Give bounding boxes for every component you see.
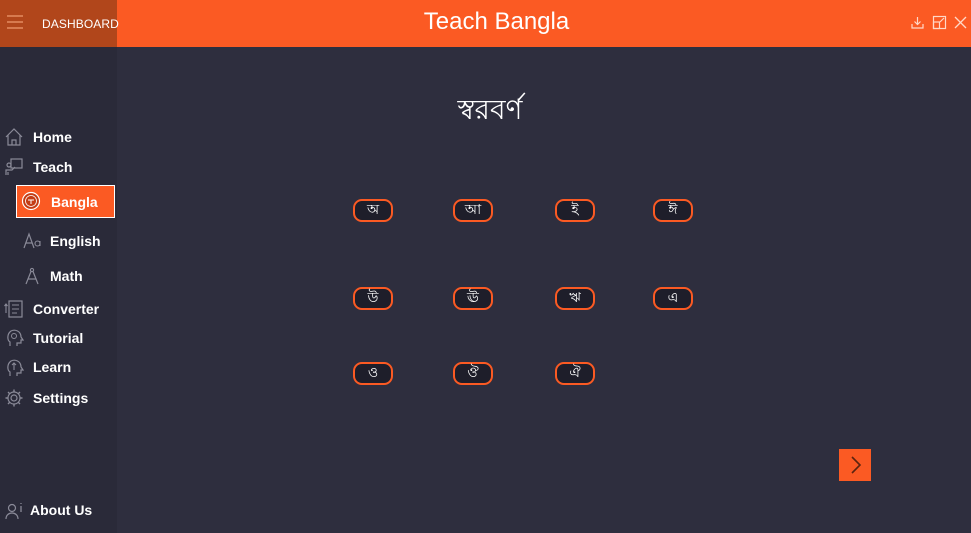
letter-button[interactable]: ঐ: [555, 362, 595, 385]
head-arrow-icon: [4, 357, 25, 377]
sidebar-item-learn[interactable]: Learn: [0, 356, 117, 380]
sidebar-item-home[interactable]: Home: [0, 126, 117, 150]
sidebar-item-tutorial[interactable]: Tutorial: [0, 327, 117, 351]
letter-button[interactable]: ঊ: [453, 287, 493, 310]
converter-icon: [4, 299, 24, 319]
sidebar-item-converter[interactable]: Converter: [0, 298, 117, 322]
sidebar: Home Teach Bangla English Math Converter: [0, 47, 117, 533]
home-icon: [4, 127, 24, 147]
letter-button[interactable]: উ: [353, 287, 393, 310]
letter-button[interactable]: ও: [353, 362, 393, 385]
sidebar-item-label: Converter: [33, 301, 100, 317]
chevron-right-icon: [851, 456, 862, 474]
letter-button[interactable]: ঔ: [453, 362, 493, 385]
next-page-button[interactable]: [839, 449, 871, 481]
sidebar-item-label: Bangla: [51, 194, 98, 210]
letter-button[interactable]: ঋ: [555, 287, 595, 310]
maximize-icon[interactable]: [932, 15, 947, 30]
letter-button[interactable]: ঈ: [653, 199, 693, 222]
sidebar-item-about[interactable]: About Us: [0, 499, 117, 523]
compass-icon: [22, 266, 42, 286]
sidebar-item-label: Math: [50, 268, 83, 284]
sidebar-item-english[interactable]: English: [0, 230, 117, 254]
title-bar: DASHBOARD Teach Bangla: [0, 0, 971, 47]
letter-button[interactable]: অ: [353, 199, 393, 222]
sidebar-item-bangla[interactable]: Bangla: [16, 185, 115, 218]
app-title: Teach Bangla: [423, 8, 570, 35]
sidebar-item-label: About Us: [30, 502, 93, 518]
sidebar-item-label: Tutorial: [33, 330, 84, 346]
sidebar-item-label: Home: [33, 129, 72, 145]
close-icon[interactable]: [953, 15, 968, 30]
page-title: স্বরবর্ণ: [457, 93, 523, 126]
sidebar-item-settings[interactable]: Settings: [0, 387, 117, 411]
sidebar-item-label: English: [50, 233, 101, 249]
letter-button[interactable]: ই: [555, 199, 595, 222]
sidebar-item-math[interactable]: Math: [0, 265, 117, 289]
font-icon: [22, 231, 42, 251]
user-info-icon: [4, 500, 24, 520]
letter-button[interactable]: আ: [453, 199, 493, 222]
sidebar-item-label: Teach: [33, 159, 73, 175]
download-icon[interactable]: [910, 15, 925, 30]
bangla-logo-icon: [21, 191, 41, 211]
letter-button[interactable]: এ: [653, 287, 693, 310]
gear-icon: [4, 388, 24, 408]
bulb-head-icon: [4, 328, 25, 348]
sidebar-item-label: Learn: [33, 359, 72, 375]
teach-icon: [4, 157, 24, 177]
sidebar-item-teach[interactable]: Teach: [0, 156, 117, 180]
sidebar-item-label: Settings: [33, 390, 89, 406]
